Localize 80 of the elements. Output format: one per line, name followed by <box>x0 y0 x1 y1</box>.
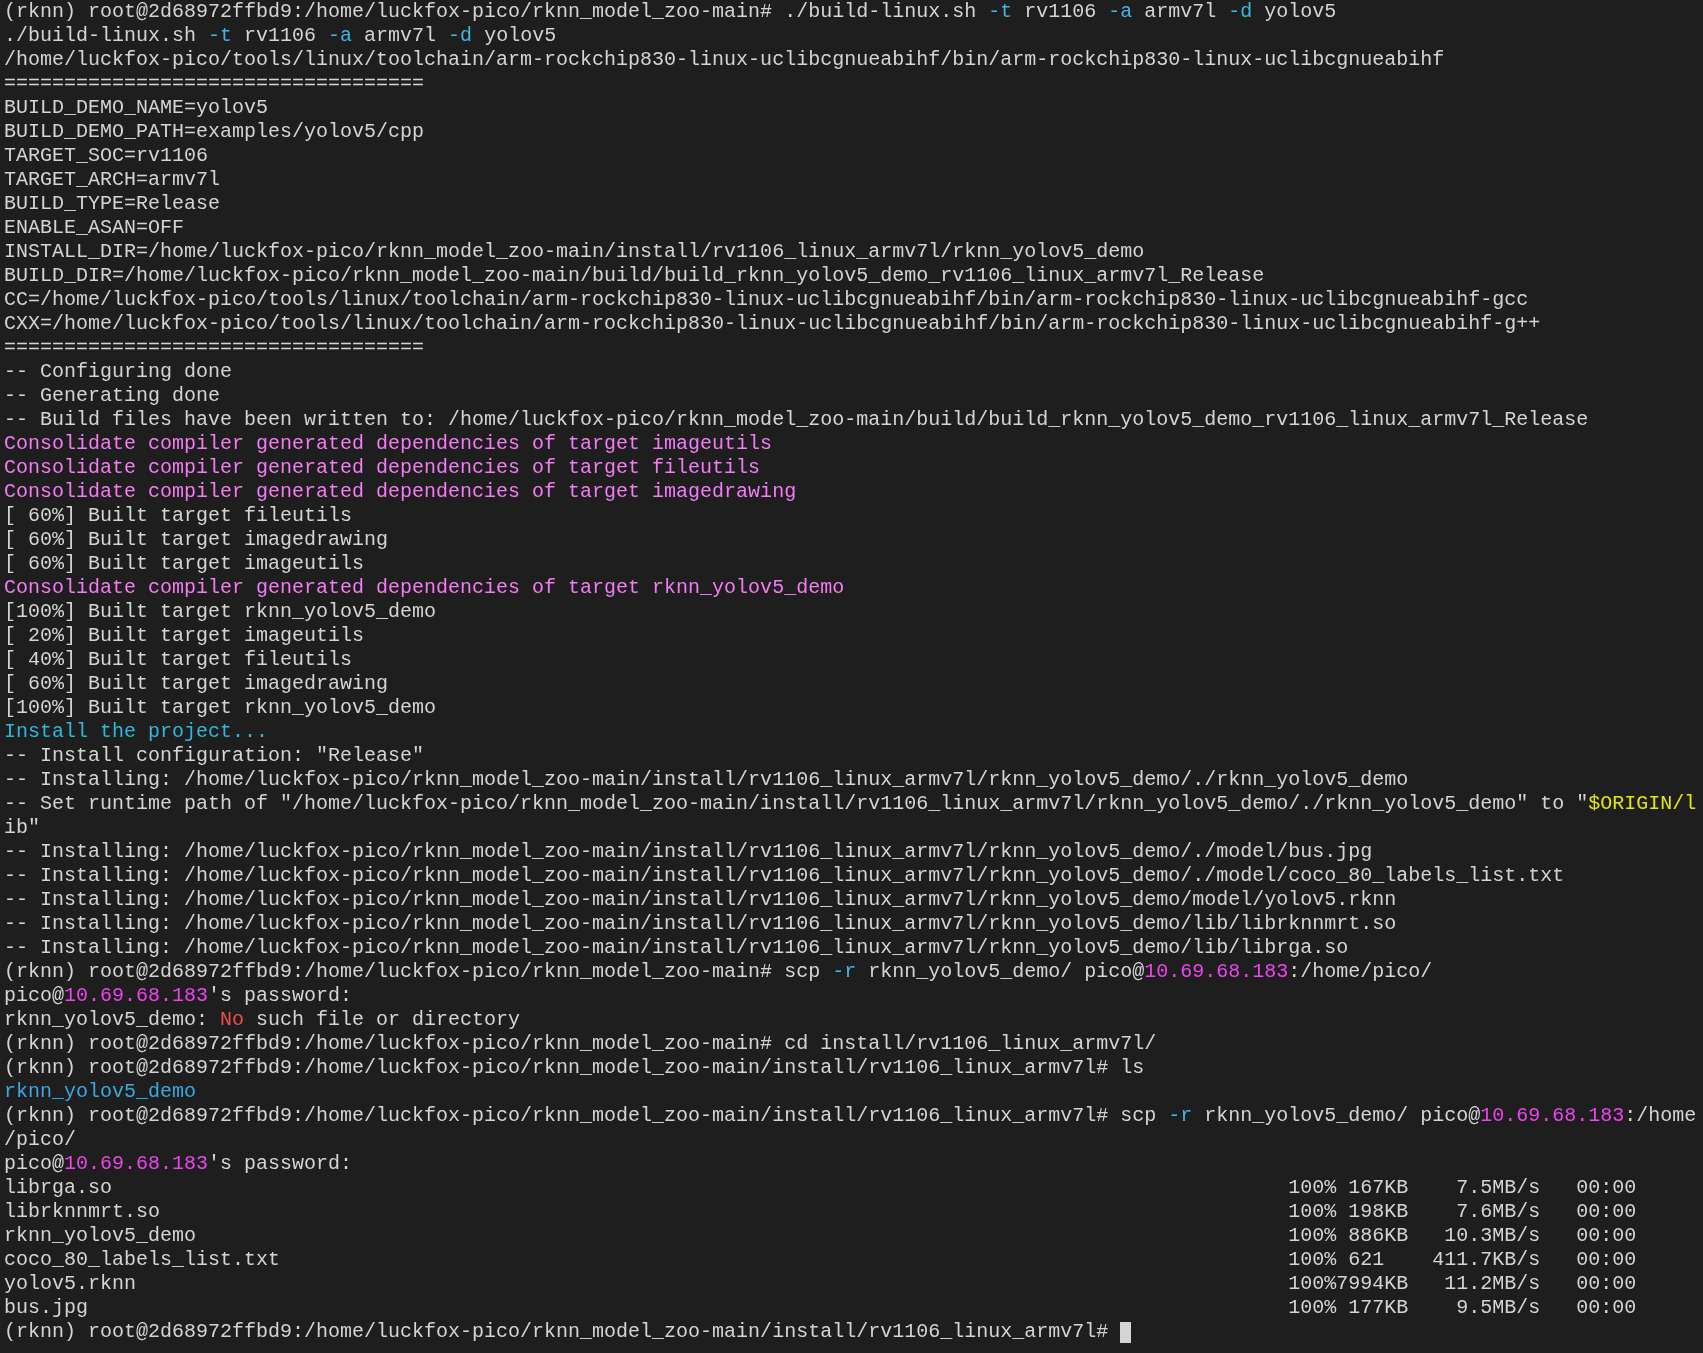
transfer-speed: 11.2MB/s <box>1443 1272 1541 1296</box>
transfer-percent: 100% <box>1288 1248 1337 1272</box>
transfer-size: 198KB <box>1347 1200 1410 1224</box>
terminal-line: =================================== <box>4 72 425 96</box>
terminal-line: -- Installing: /home/luckfox-pico/rknn_model_zoo-main/install/rv1106_linux_armv7l/rknn_yolov5_demo/lib/librknnmrt.so <box>4 912 1397 936</box>
terminal-line: -- Generating done <box>4 384 221 408</box>
terminal-line: BUILD_DEMO_NAME=yolov5 <box>4 96 269 120</box>
terminal-line: [ 40%] Built target fileutils <box>4 648 353 672</box>
transfer-speed: 9.5MB/s <box>1455 1296 1541 1320</box>
transfer-size: 886KB <box>1347 1224 1410 1248</box>
terminal-line: [ 60%] Built target imagedrawing <box>4 528 389 552</box>
transfer-size: 167KB <box>1347 1176 1410 1200</box>
terminal-line: ENABLE_ASAN=OFF <box>4 216 185 240</box>
terminal-line: /home/luckfox-pico/tools/linux/toolchain/arm-rockchip830-linux-uclibcgnueabihf/bin/arm-rockchip830-linux-uclibcgnueabihf <box>4 48 1445 72</box>
transfer-percent: 100% <box>1288 1272 1337 1296</box>
terminal-line: ib" <box>4 816 40 840</box>
transfer-speed: 10.3MB/s <box>1443 1224 1541 1248</box>
terminal-line: Consolidate compiler generated dependencies of target imageutils <box>4 432 773 456</box>
terminal-line: Consolidate compiler generated dependencies of target fileutils <box>4 456 761 480</box>
file-name: librknnmrt.so <box>4 1200 162 1224</box>
terminal-line: [ 60%] Built target fileutils <box>4 504 353 528</box>
terminal-line: (rknn) root@2d68972ffbd9:/home/luckfox-pico/rknn_model_zoo-main# ./build-linux.sh -t rv1106 -a armv7l -d yolov5 <box>4 0 1337 24</box>
terminal-line: -- Install configuration: "Release" <box>4 744 425 768</box>
terminal-line: BUILD_DIR=/home/luckfox-pico/rknn_model_zoo-main/build/build_rknn_yolov5_demo_rv1106_linux_armv7l_Release <box>4 264 1265 288</box>
transfer-size: 621 <box>1347 1248 1386 1272</box>
terminal-line: TARGET_ARCH=armv7l <box>4 168 221 192</box>
terminal-line: TARGET_SOC=rv1106 <box>4 144 209 168</box>
terminal-line: (rknn) root@2d68972ffbd9:/home/luckfox-pico/rknn_model_zoo-main/install/rv1106_linux_armv7l# <box>4 1320 1110 1344</box>
terminal-line: CXX=/home/luckfox-pico/tools/linux/toolchain/arm-rockchip830-linux-uclibcgnueabihf/bin/arm-rockchip830-linux-uclibcgnueabihf-g++ <box>4 312 1541 336</box>
transfer-time: 00:00 <box>1575 1200 1637 1224</box>
terminal-line: (rknn) root@2d68972ffbd9:/home/luckfox-pico/rknn_model_zoo-main# cd install/rv1106_linux_armv7l/ <box>4 1032 1157 1056</box>
terminal-line: CC=/home/luckfox-pico/tools/linux/toolchain/arm-rockchip830-linux-uclibcgnueabihf/bin/arm-rockchip830-linux-uclibcgnueabihf-gcc <box>4 288 1529 312</box>
terminal-line: [ 60%] Built target imageutils <box>4 552 365 576</box>
terminal-line: (rknn) root@2d68972ffbd9:/home/luckfox-pico/rknn_model_zoo-main/install/rv1106_linux_armv7l# ls <box>4 1056 1145 1080</box>
file-name: librga.so <box>4 1176 114 1200</box>
transfer-percent: 100% <box>1288 1176 1337 1200</box>
terminal-line: -- Installing: /home/luckfox-pico/rknn_model_zoo-main/install/rv1106_linux_armv7l/rknn_yolov5_demo/lib/librga.so <box>4 936 1349 960</box>
terminal-line: -- Configuring done <box>4 360 233 384</box>
terminal-line: [100%] Built target rknn_yolov5_demo <box>4 600 437 624</box>
file-name: coco_80_labels_list.txt <box>4 1248 282 1272</box>
terminal-line: BUILD_TYPE=Release <box>4 192 221 216</box>
terminal-line: rknn_yolov5_demo <box>4 1080 197 1104</box>
terminal-line: (rknn) root@2d68972ffbd9:/home/luckfox-pico/rknn_model_zoo-main/install/rv1106_linux_armv7l# scp -r rknn_yolov5_demo/ pico@10.69.68.183:/home <box>4 1104 1697 1128</box>
terminal-line: -- Installing: /home/luckfox-pico/rknn_model_zoo-main/install/rv1106_linux_armv7l/rknn_yolov5_demo/./rknn_yolov5_demo <box>4 768 1409 792</box>
terminal-line: ./build-linux.sh -t rv1106 -a armv7l -d yolov5 <box>4 24 557 48</box>
file-name: yolov5.rknn <box>4 1272 138 1296</box>
terminal-line: pico@10.69.68.183's password: <box>4 1152 353 1176</box>
transfer-size: 177KB <box>1347 1296 1410 1320</box>
transfer-speed: 411.7KB/s <box>1431 1248 1541 1272</box>
transfer-percent: 100% <box>1288 1200 1337 1224</box>
transfer-speed: 7.5MB/s <box>1455 1176 1541 1200</box>
terminal-line: -- Installing: /home/luckfox-pico/rknn_model_zoo-main/install/rv1106_linux_armv7l/rknn_yolov5_demo/./model/bus.jpg <box>4 840 1373 864</box>
transfer-time: 00:00 <box>1575 1224 1637 1248</box>
transfer-percent: 100% <box>1288 1296 1337 1320</box>
transfer-speed: 7.6MB/s <box>1455 1200 1541 1224</box>
file-name: bus.jpg <box>4 1296 89 1320</box>
terminal-line: BUILD_DEMO_PATH=examples/yolov5/cpp <box>4 120 425 144</box>
terminal-line: =================================== <box>4 336 425 360</box>
transfer-time: 00:00 <box>1575 1296 1637 1320</box>
terminal-line: INSTALL_DIR=/home/luckfox-pico/rknn_model_zoo-main/install/rv1106_linux_armv7l/rknn_yolov5_demo <box>4 240 1145 264</box>
transfer-time: 00:00 <box>1575 1176 1637 1200</box>
file-name: rknn_yolov5_demo <box>4 1224 198 1248</box>
terminal-line: -- Set runtime path of "/home/luckfox-pico/rknn_model_zoo-main/install/rv1106_linux_armv7l/rknn_yolov5_demo/./rknn_yolov5_demo" to "$ORIGIN/l <box>4 792 1697 816</box>
terminal-line: rknn_yolov5_demo: No such file or directory <box>4 1008 521 1032</box>
terminal-line: /pico/ <box>4 1128 76 1152</box>
terminal-line: (rknn) root@2d68972ffbd9:/home/luckfox-pico/rknn_model_zoo-main# scp -r rknn_yolov5_demo/ pico@10.69.68.183:/home/pico/ <box>4 960 1433 984</box>
terminal-line: [100%] Built target rknn_yolov5_demo <box>4 696 437 720</box>
terminal-line: Consolidate compiler generated dependencies of target imagedrawing <box>4 480 797 504</box>
terminal-line: Consolidate compiler generated dependencies of target rknn_yolov5_demo <box>4 576 845 600</box>
terminal-line: -- Installing: /home/luckfox-pico/rknn_model_zoo-main/install/rv1106_linux_armv7l/rknn_yolov5_demo/model/yolov5.rknn <box>4 888 1397 912</box>
terminal-line: -- Installing: /home/luckfox-pico/rknn_model_zoo-main/install/rv1106_linux_armv7l/rknn_yolov5_demo/./model/coco_80_labels_list.txt <box>4 864 1565 888</box>
transfer-time: 00:00 <box>1575 1248 1637 1272</box>
transfer-time: 00:00 <box>1575 1272 1637 1296</box>
transfer-size: 7994KB <box>1336 1272 1410 1296</box>
transfer-percent: 100% <box>1288 1224 1337 1248</box>
terminal-line: [ 60%] Built target imagedrawing <box>4 672 389 696</box>
terminal-line: Install the project... <box>4 720 269 744</box>
terminal-line: [ 20%] Built target imageutils <box>4 624 365 648</box>
terminal-line: -- Build files have been written to: /home/luckfox-pico/rknn_model_zoo-main/build/build_rknn_yolov5_demo_rv1106_linux_armv7l_Release <box>4 408 1589 432</box>
terminal-line: pico@10.69.68.183's password: <box>4 984 353 1008</box>
